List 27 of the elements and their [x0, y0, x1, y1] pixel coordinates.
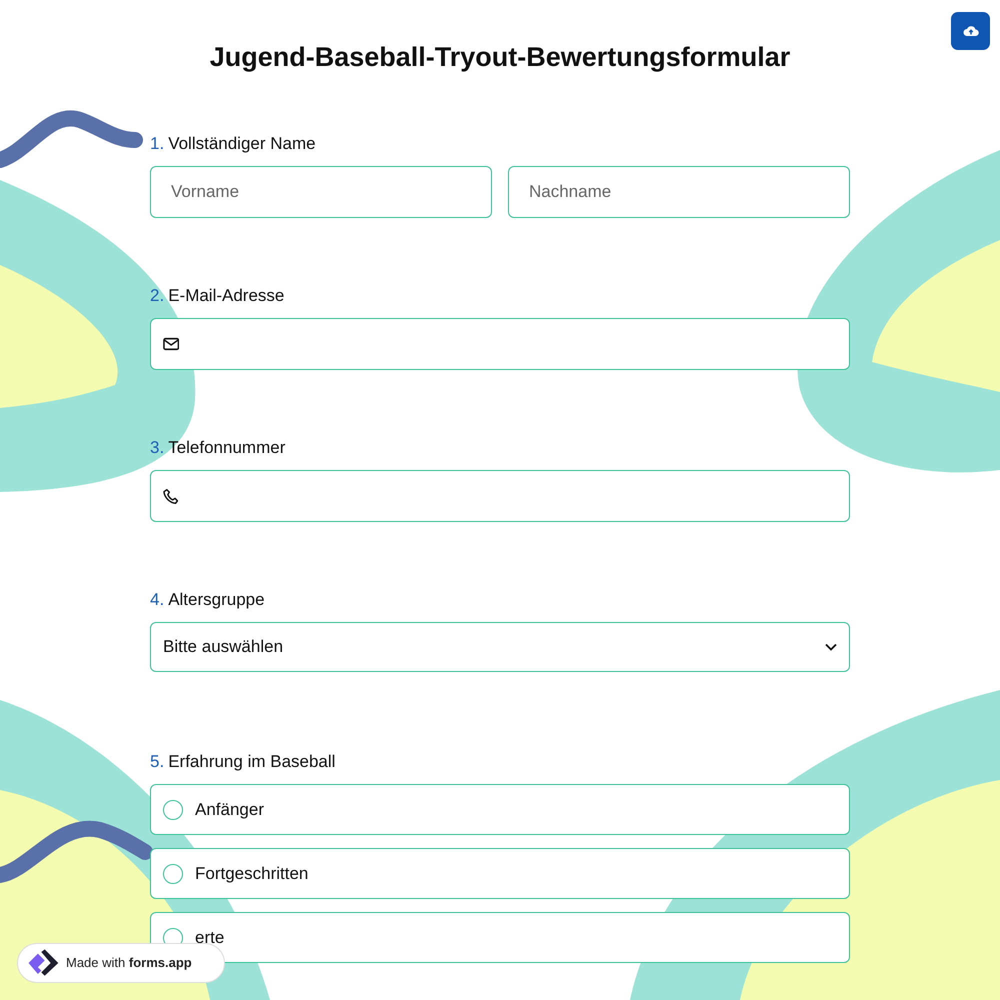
question-number: 5. — [150, 752, 164, 772]
question-label: E-Mail-Adresse — [168, 286, 284, 306]
question-number: 4. — [150, 590, 164, 610]
radio-option[interactable]: Fortgeschritten — [150, 848, 850, 899]
radio-button[interactable] — [163, 864, 183, 884]
text-field[interactable]: Nachname — [508, 166, 850, 218]
text-field[interactable]: Vorname — [150, 166, 492, 218]
radio-button[interactable] — [163, 800, 183, 820]
input-field[interactable] — [150, 470, 850, 522]
question-label: Altersgruppe — [168, 590, 265, 610]
question-label: Vollständiger Name — [168, 134, 316, 154]
cloud-upload-button[interactable] — [951, 12, 990, 50]
question-number: 2. — [150, 286, 164, 306]
envelope-icon — [163, 337, 180, 351]
input-field[interactable] — [150, 318, 850, 370]
logo-icon — [26, 949, 60, 977]
radio-option[interactable]: Anfänger — [150, 784, 850, 835]
question-number: 3. — [150, 438, 164, 458]
question-label: Telefonnummer — [168, 438, 286, 458]
form-title: Jugend-Baseball-Tryout-Bewertungsformular — [208, 41, 792, 74]
chevron-down-icon — [825, 643, 837, 651]
cloud-upload-icon — [962, 25, 978, 37]
select-field[interactable]: Bitte auswählen — [150, 622, 850, 672]
phone-icon — [163, 488, 178, 504]
question-number: 1. — [150, 134, 164, 154]
question-label: Erfahrung im Baseball — [168, 752, 336, 772]
made-with-toast[interactable]: Made with forms.app — [17, 943, 225, 983]
